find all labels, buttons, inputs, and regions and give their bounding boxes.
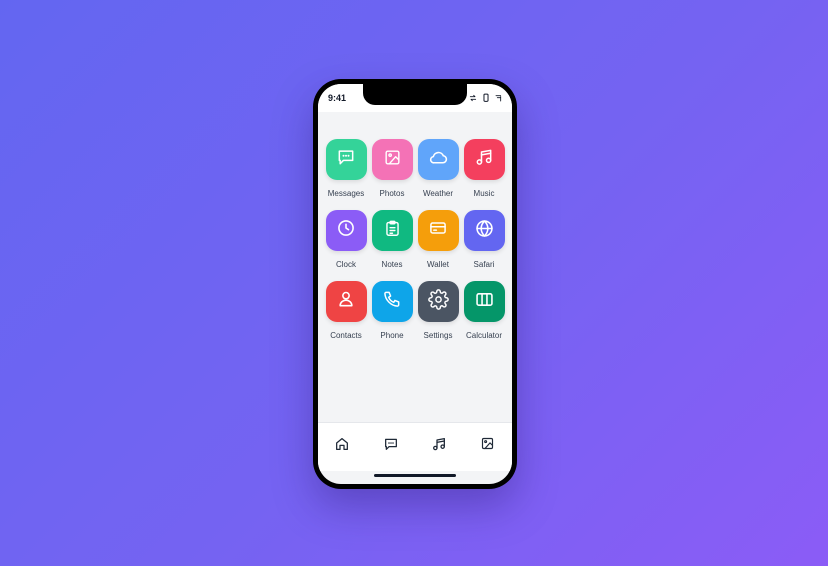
phone-screen: 9:41 Messages Photos Weather Music Clock…: [318, 84, 512, 484]
app-safari[interactable]: Safari: [461, 210, 507, 269]
music-icon: [431, 436, 447, 457]
cloud-icon: [428, 147, 449, 173]
app-icon-clock[interactable]: [325, 210, 367, 251]
phone-icon: [382, 289, 402, 314]
home-icon: [334, 436, 350, 457]
app-icon-phone[interactable]: [371, 281, 413, 322]
app-icon-weather[interactable]: [417, 139, 459, 180]
app-icon-settings[interactable]: [417, 281, 459, 322]
app-label-safari: Safari: [473, 260, 495, 269]
app-label-music: Music: [473, 189, 495, 198]
dock-music-button[interactable]: [430, 437, 448, 455]
music-icon: [474, 147, 494, 172]
dock-messages-button[interactable]: [382, 437, 400, 455]
photo-icon: [383, 148, 402, 172]
app-icon-photos[interactable]: [371, 139, 413, 180]
dock: [318, 422, 512, 471]
dock-photos-button[interactable]: [478, 437, 496, 455]
user-icon: [336, 289, 356, 314]
calculator-icon: [474, 289, 495, 315]
message-icon: [336, 147, 356, 172]
photo-icon: [480, 436, 495, 456]
notch: [363, 84, 467, 105]
app-label-calculator: Calculator: [465, 331, 502, 340]
app-icon-music[interactable]: [463, 139, 505, 180]
phone-frame: 9:41 Messages Photos Weather Music Clock…: [313, 79, 517, 489]
app-icon-contacts[interactable]: [325, 281, 367, 322]
dock-home-button[interactable]: [333, 437, 351, 455]
app-icon-messages[interactable]: [325, 139, 367, 180]
globe-icon: [474, 218, 495, 244]
signal-icon: [495, 94, 503, 102]
app-icon-notes[interactable]: [371, 210, 413, 251]
message-icon: [383, 436, 399, 457]
status-icons: [469, 93, 503, 102]
app-music[interactable]: Music: [461, 139, 507, 198]
home-indicator[interactable]: [374, 474, 456, 477]
app-icon-calculator[interactable]: [463, 281, 505, 322]
app-calculator[interactable]: Calculator: [461, 281, 507, 340]
app-icon-wallet[interactable]: [417, 210, 459, 251]
clock-icon: [336, 218, 356, 243]
gear-icon: [427, 288, 449, 315]
clipboard-icon: [383, 219, 402, 243]
status-time: 9:41: [328, 93, 347, 103]
credit-card-icon: [428, 218, 448, 243]
sync-icon: [469, 94, 477, 102]
battery-icon: [483, 93, 489, 102]
app-icon-safari[interactable]: [463, 210, 505, 251]
